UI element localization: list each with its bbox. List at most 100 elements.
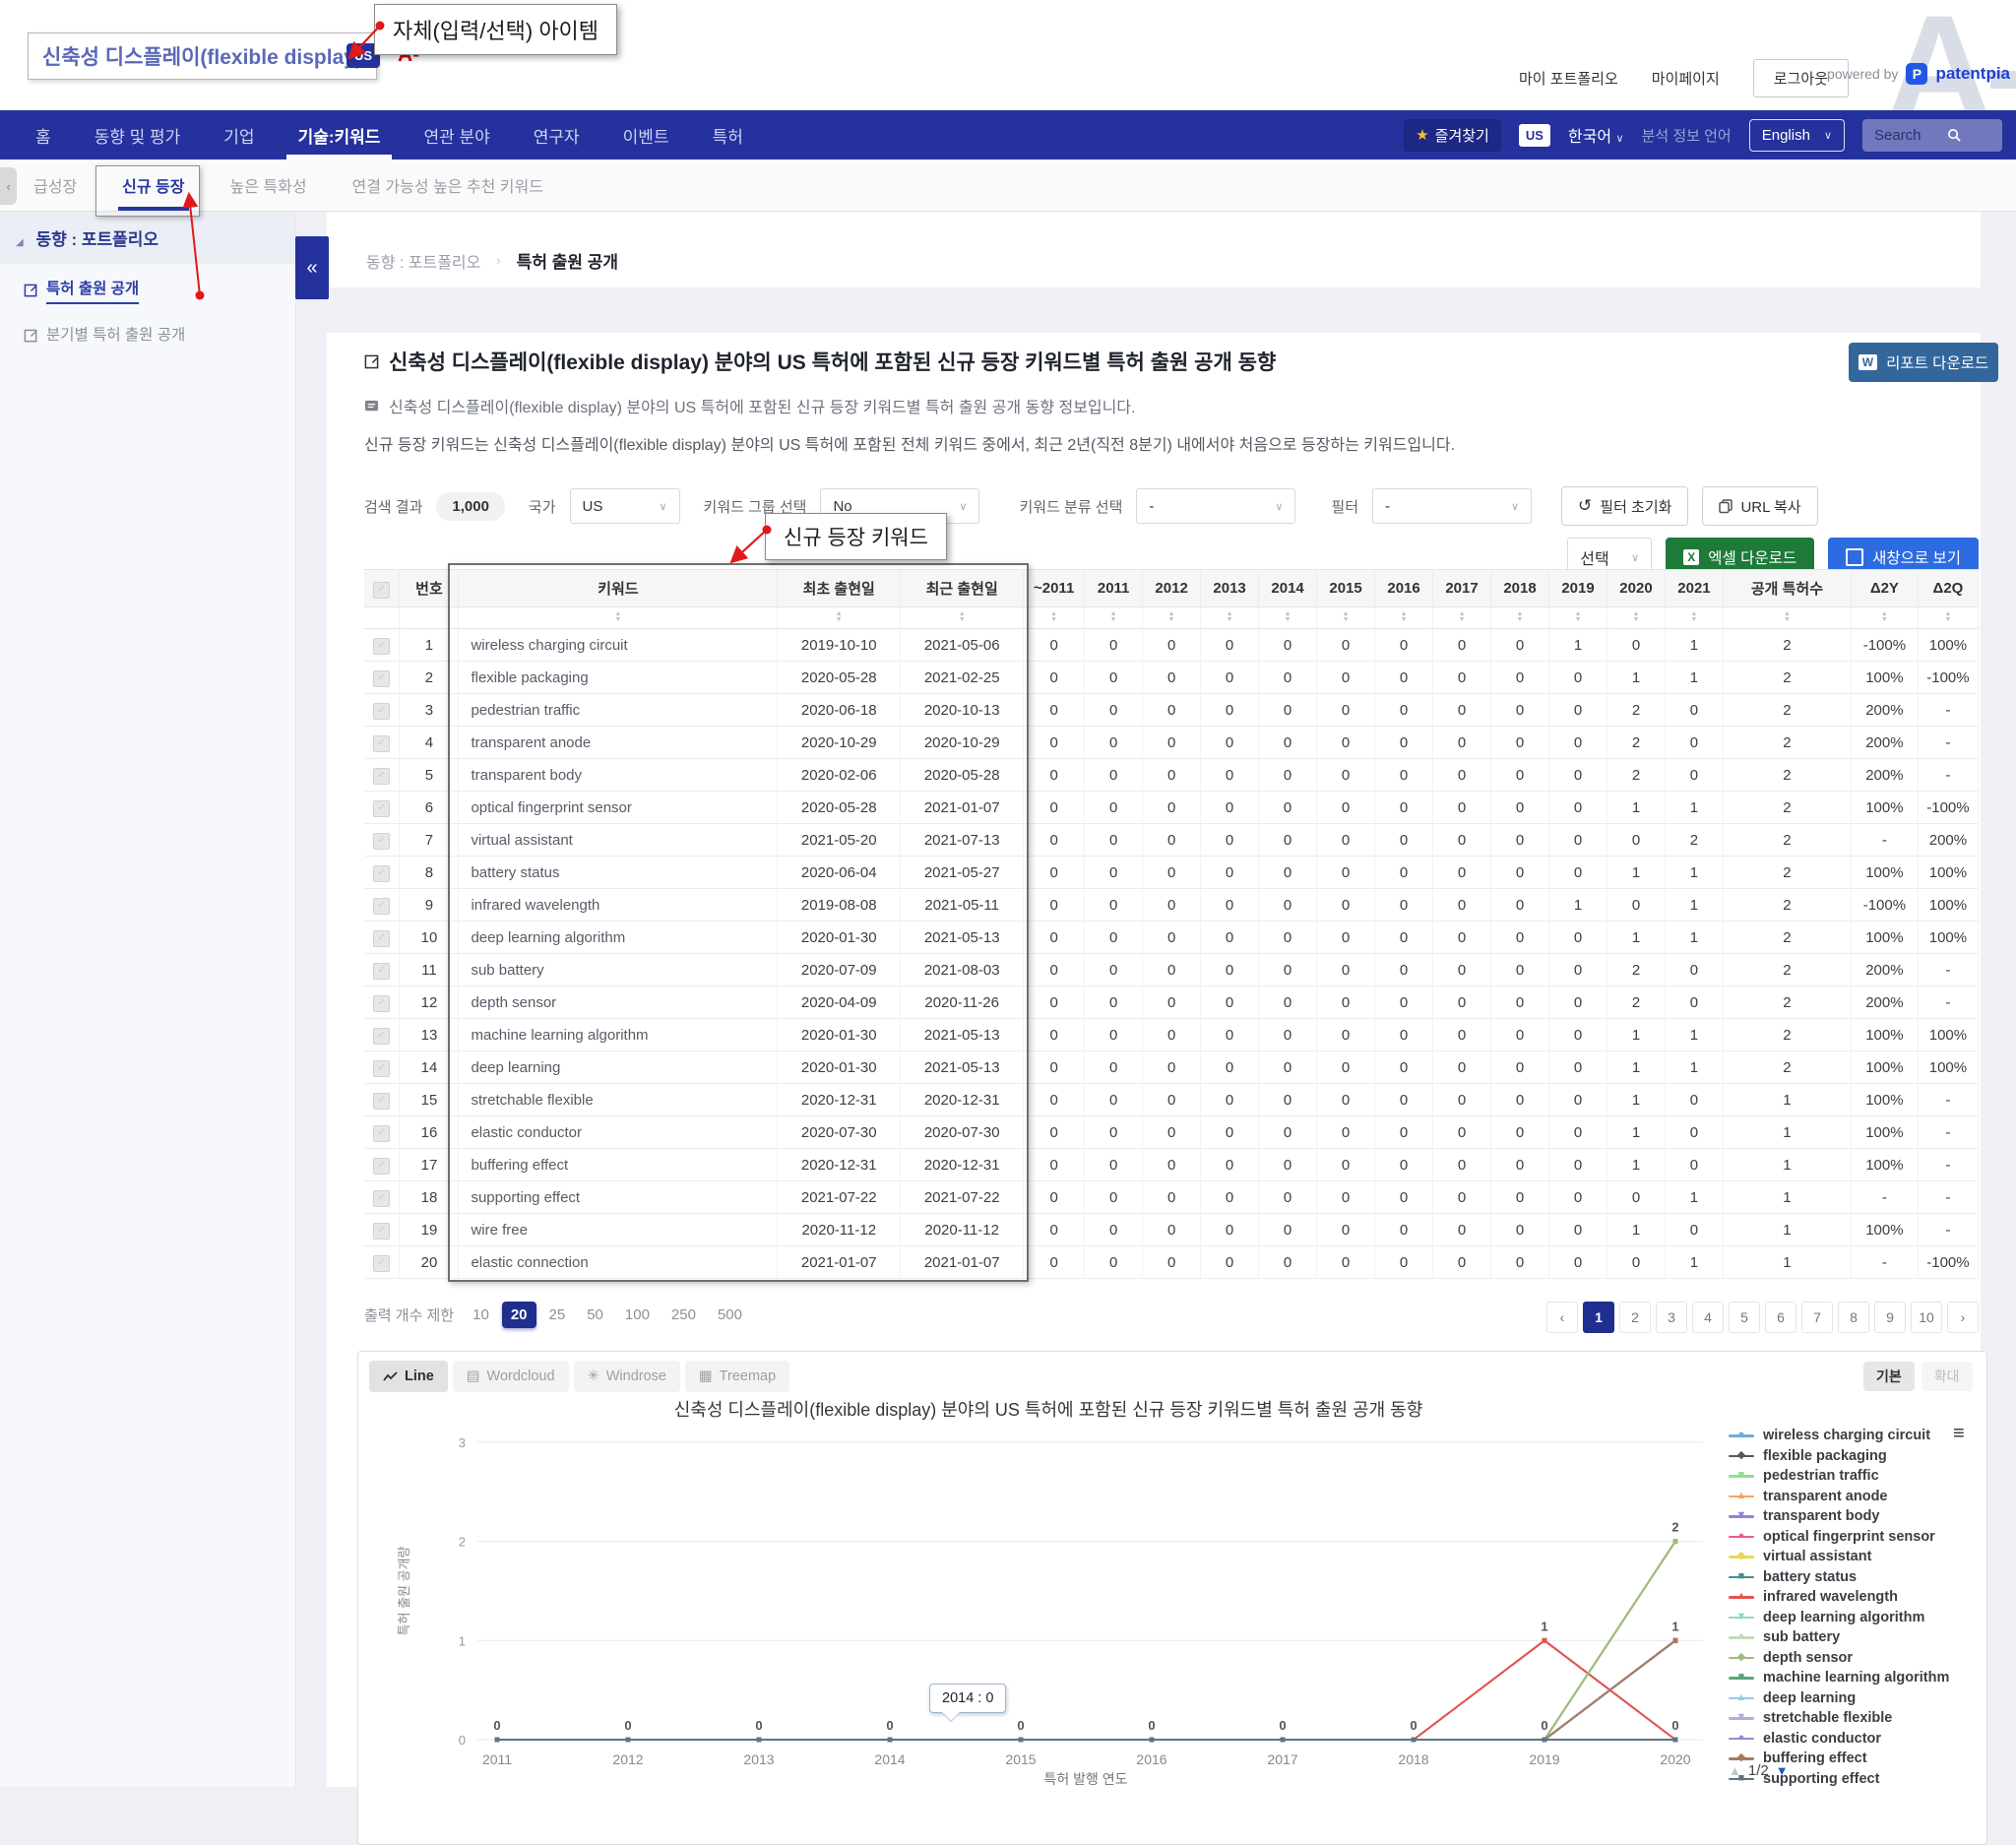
col-header-11[interactable]: 2016 [1375, 570, 1433, 607]
sort-icon[interactable]: ▲▼ [1459, 611, 1466, 623]
page-size-10[interactable]: 10 [464, 1302, 498, 1328]
col-header-17[interactable]: 공개 특허수 [1723, 570, 1851, 607]
sort-icon[interactable]: ▲▼ [959, 611, 966, 623]
sort-icon[interactable]: ▲▼ [1343, 611, 1350, 623]
col-header-18[interactable]: Δ2Y [1851, 570, 1918, 607]
col-header-13[interactable]: 2018 [1491, 570, 1549, 607]
sidebar-item-2[interactable]: 분기별 특허 출원 공개 [0, 310, 295, 354]
col-header-10[interactable]: 2015 [1317, 570, 1375, 607]
nav-item-2[interactable]: 동향 및 평가 [94, 110, 181, 159]
sort-icon[interactable]: ▲▼ [1050, 611, 1057, 623]
row-checkbox[interactable]: ✓ [373, 703, 390, 720]
sort-icon[interactable]: ▲▼ [1784, 611, 1791, 623]
row-checkbox[interactable]: ✓ [373, 1223, 390, 1240]
col-header-1[interactable]: 번호 [400, 570, 459, 607]
row-checkbox[interactable]: ✓ [373, 865, 390, 882]
nav-item-5[interactable]: 연관 분야 [423, 110, 489, 159]
col-header-3[interactable]: 최초 출현일 [778, 570, 901, 607]
subtab-4[interactable]: 연결 가능성 높은 추천 키워드 [352, 173, 543, 197]
subtab-scroll-left[interactable]: ‹ [0, 167, 17, 205]
chart-tab-line[interactable]: Line [369, 1361, 448, 1392]
legend-item[interactable]: ■battery status [1729, 1567, 1981, 1588]
legend-item[interactable]: ■machine learning algorithm [1729, 1668, 1981, 1688]
pagination-page-6[interactable]: 6 [1765, 1302, 1796, 1333]
row-checkbox[interactable]: ✓ [373, 1060, 390, 1077]
subtab-1[interactable]: 급성장 [33, 173, 77, 197]
nav-item-7[interactable]: 이벤트 [623, 110, 669, 159]
sort-icon[interactable]: ▲▼ [1517, 611, 1524, 623]
subtab-3[interactable]: 높은 특화성 [230, 173, 307, 197]
chart-mode-2[interactable]: 확대 [1922, 1362, 1973, 1391]
nav-item-4[interactable]: 기술:키워드 [298, 110, 381, 159]
pagination-page-8[interactable]: 8 [1838, 1302, 1869, 1333]
sort-icon[interactable]: ▲▼ [1881, 611, 1888, 623]
my-portfolio-link[interactable]: 마이 포트폴리오 [1519, 68, 1618, 89]
pagination-prev[interactable]: ‹ [1546, 1302, 1578, 1333]
row-checkbox[interactable]: ✓ [373, 1190, 390, 1207]
page-size-100[interactable]: 100 [616, 1302, 659, 1328]
filter-reset-button[interactable]: ↺ 필터 초기화 [1561, 486, 1688, 526]
filter-select[interactable]: - ∨ [1372, 488, 1532, 524]
pagination-page-10[interactable]: 10 [1911, 1302, 1942, 1333]
col-header-12[interactable]: 2017 [1433, 570, 1491, 607]
pagination-next[interactable]: › [1947, 1302, 1979, 1333]
row-checkbox[interactable]: ✓ [373, 735, 390, 752]
col-header-5[interactable]: ~2011 [1024, 570, 1085, 607]
breadcrumb-parent[interactable]: 동향 : 포트폴리오 [366, 249, 480, 273]
col-header-6[interactable]: 2011 [1085, 570, 1143, 607]
search-input[interactable]: Search [1862, 119, 2002, 152]
chart-tab-treemap[interactable]: ▦Treemap [685, 1361, 789, 1392]
legend-page-down-icon[interactable]: ▼ [1776, 1763, 1789, 1778]
sort-icon[interactable]: ▲▼ [1633, 611, 1640, 623]
sort-icon[interactable]: ▲▼ [1168, 611, 1175, 623]
report-download-button[interactable]: W 리포트 다운로드 [1849, 343, 1998, 382]
row-checkbox[interactable]: ✓ [373, 1028, 390, 1045]
legend-item[interactable]: ●sub battery [1729, 1627, 1981, 1648]
sort-icon[interactable]: ▲▼ [614, 611, 621, 623]
nav-item-1[interactable]: 홈 [35, 110, 51, 159]
legend-item[interactable]: ◆flexible packaging [1729, 1446, 1981, 1467]
row-checkbox[interactable]: ✓ [373, 833, 390, 850]
sort-icon[interactable]: ▲▼ [1110, 611, 1117, 623]
col-header-16[interactable]: 2021 [1665, 570, 1723, 607]
row-checkbox[interactable]: ✓ [373, 768, 390, 785]
nav-country-badge[interactable]: US [1519, 124, 1550, 147]
row-checkbox[interactable]: ✓ [373, 800, 390, 817]
copy-url-button[interactable]: URL 복사 [1702, 486, 1817, 526]
page-size-50[interactable]: 50 [578, 1302, 612, 1328]
pagination-page-3[interactable]: 3 [1656, 1302, 1687, 1333]
legend-item[interactable]: ▼stretchable flexible [1729, 1708, 1981, 1729]
sort-icon[interactable]: ▲▼ [1691, 611, 1698, 623]
col-header-14[interactable]: 2019 [1549, 570, 1607, 607]
legend-item[interactable]: ●optical fingerprint sensor [1729, 1527, 1981, 1548]
page-size-20[interactable]: 20 [502, 1302, 536, 1328]
col-header-2[interactable]: 키워드 [459, 570, 778, 607]
row-checkbox[interactable]: ✓ [373, 638, 390, 655]
row-checkbox[interactable]: ✓ [373, 995, 390, 1012]
nav-item-8[interactable]: 특허 [713, 110, 743, 159]
col-header-9[interactable]: 2014 [1259, 570, 1317, 607]
subtab-2[interactable]: 신규 등장 [122, 173, 184, 197]
sort-icon[interactable]: ▲▼ [1285, 611, 1292, 623]
col-header-7[interactable]: 2012 [1143, 570, 1201, 607]
chart-tab-wordcloud[interactable]: ▤Wordcloud [453, 1361, 569, 1392]
legend-item[interactable]: ▲infrared wavelength [1729, 1587, 1981, 1608]
legend-item[interactable]: ■pedestrian traffic [1729, 1466, 1981, 1487]
col-header-15[interactable]: 2020 [1607, 570, 1666, 607]
legend-item[interactable]: ◆depth sensor [1729, 1648, 1981, 1669]
sidebar-collapse-button[interactable]: « [295, 236, 329, 299]
brand-name[interactable]: patentpia [1935, 64, 2010, 84]
sort-icon[interactable]: ▲▼ [1944, 611, 1951, 623]
favorites-button[interactable]: ★ 즐겨찾기 [1404, 119, 1501, 152]
sidebar-section-title[interactable]: ◢ 동향 : 포트폴리오 [0, 212, 295, 264]
sort-icon[interactable]: ▲▼ [1227, 611, 1233, 623]
sort-icon[interactable]: ▲▼ [1401, 611, 1408, 623]
row-checkbox[interactable]: ✓ [373, 930, 390, 947]
pagination-page-5[interactable]: 5 [1729, 1302, 1760, 1333]
page-size-500[interactable]: 500 [709, 1302, 751, 1328]
col-header-19[interactable]: Δ2Q [1918, 570, 1978, 607]
analysis-language-select[interactable]: English ∨ [1749, 119, 1845, 152]
chart-mode-1[interactable]: 기본 [1863, 1362, 1915, 1391]
row-checkbox[interactable]: ✓ [373, 898, 390, 915]
site-language-select[interactable]: 한국어 ∨ [1568, 123, 1624, 147]
